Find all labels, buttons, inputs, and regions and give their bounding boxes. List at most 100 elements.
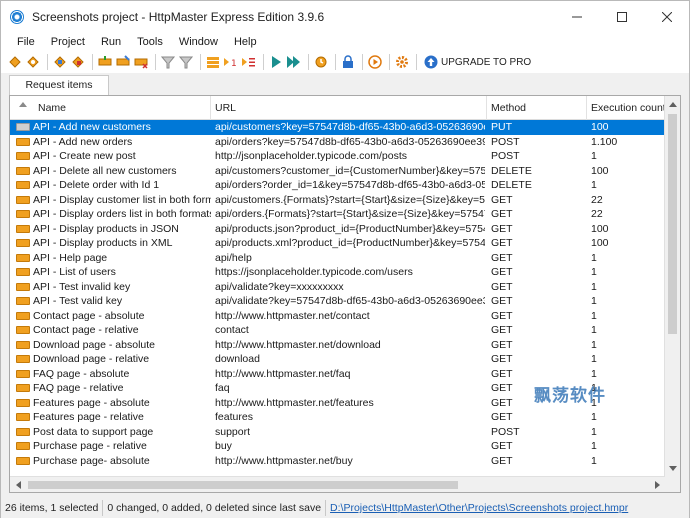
cell-name: Download page - relative: [33, 353, 150, 365]
tab-request-items[interactable]: Request items: [9, 75, 109, 95]
project-path-link[interactable]: D:\Projects\HttpMaster\Other\Projects\Sc…: [326, 502, 632, 514]
tab-strip: Request items: [1, 73, 689, 95]
toolbar-separator: [263, 54, 264, 70]
table-row[interactable]: API - Display orders list in both format…: [10, 207, 665, 222]
cell-method: GET: [491, 237, 513, 249]
save-project-icon[interactable]: [52, 54, 68, 70]
cell-name: Contact page - relative: [33, 324, 139, 336]
table-row[interactable]: API - Test valid key api/validate?key=575…: [10, 294, 665, 309]
column-header-url[interactable]: URL: [211, 96, 487, 120]
execute-one-icon[interactable]: 1: [223, 54, 239, 70]
request-item-icon: [16, 384, 30, 392]
add-item-icon[interactable]: [97, 54, 113, 70]
cell-name: FAQ page - absolute: [33, 367, 130, 380]
run-all-icon[interactable]: [286, 54, 302, 70]
close-icon: [661, 12, 672, 22]
table-row[interactable]: Post data to support page support POST 1: [10, 425, 665, 440]
table-row[interactable]: Download page - relative download GET 1: [10, 352, 665, 367]
column-header-execution-count[interactable]: Execution count: [587, 96, 666, 120]
table-row[interactable]: API - Add new orders api/orders?key=57547…: [10, 135, 665, 150]
vertical-scroll-thumb[interactable]: [668, 114, 677, 334]
scroll-up-icon[interactable]: [665, 96, 680, 112]
menu-run[interactable]: Run: [93, 33, 129, 51]
table-row[interactable]: Purchase page - relative buy GET 1: [10, 439, 665, 454]
horizontal-scrollbar[interactable]: [10, 476, 665, 492]
cell-method: PUT: [491, 121, 512, 133]
cell-execution-count: 1: [591, 367, 597, 380]
lock-icon[interactable]: [340, 54, 356, 70]
table-row[interactable]: API - Create new post http://jsonplacehol…: [10, 149, 665, 164]
cell-execution-count: 100: [591, 222, 609, 235]
group-icon[interactable]: [205, 54, 221, 70]
scroll-down-icon[interactable]: [665, 460, 680, 476]
table-row[interactable]: API - Display products in JSON api/produc…: [10, 222, 665, 237]
scroll-left-icon[interactable]: [10, 477, 26, 492]
cell-url: contact: [215, 324, 249, 336]
close-button[interactable]: [644, 1, 689, 33]
menu-project[interactable]: Project: [43, 33, 93, 51]
table-row[interactable]: FAQ page - absolute http://www.httpmaster…: [10, 367, 665, 382]
column-header-method[interactable]: Method: [487, 96, 587, 120]
cell-execution-count: 100: [591, 237, 609, 249]
play-circle-icon[interactable]: [367, 54, 383, 70]
upgrade-to-pro-button[interactable]: UPGRADE TO PRO: [423, 54, 531, 70]
cell-url: faq: [215, 382, 230, 394]
run-icon[interactable]: [268, 54, 284, 70]
menu-window[interactable]: Window: [171, 33, 226, 51]
save-as-icon[interactable]: [70, 54, 86, 70]
delete-item-icon[interactable]: [133, 54, 149, 70]
table-row[interactable]: API - Display customer list in both form…: [10, 193, 665, 208]
execute-list-icon[interactable]: [241, 54, 257, 70]
horizontal-scroll-thumb[interactable]: [28, 481, 458, 489]
cell-url: api/customers?key=57547d8b-df65-43b0-a6d…: [215, 121, 485, 133]
toolbar-separator: [200, 54, 201, 70]
open-project-icon[interactable]: [25, 54, 41, 70]
request-item-icon: [16, 166, 30, 175]
cell-name: API - Display products in JSON: [33, 222, 179, 235]
minimize-button[interactable]: [554, 1, 599, 33]
menu-tools[interactable]: Tools: [129, 33, 171, 51]
column-header-name[interactable]: Name: [10, 96, 211, 120]
cell-name: API - Add new customers: [33, 121, 151, 133]
filter-icon[interactable]: [160, 54, 176, 70]
table-row[interactable]: API - Test invalid key api/validate?key=x…: [10, 280, 665, 295]
menu-help[interactable]: Help: [226, 33, 265, 51]
table-row[interactable]: API - Add new customers api/customers?key…: [10, 120, 665, 135]
cell-name: API - List of users: [33, 266, 116, 278]
maximize-icon: [616, 12, 627, 22]
table-row[interactable]: API - Display products in XML api/product…: [10, 236, 665, 251]
table-row[interactable]: Download page - absolute http://www.httpm…: [10, 338, 665, 353]
vertical-scrollbar[interactable]: [664, 96, 680, 492]
cell-url: download: [215, 353, 260, 365]
edit-item-icon[interactable]: [115, 54, 131, 70]
cell-url: api/orders?order_id=1&key=57547d8b-df65-…: [215, 179, 485, 191]
table-row[interactable]: Contact page - relative contact GET 1: [10, 323, 665, 338]
table-row[interactable]: API - Delete order with Id 1 api/orders?o…: [10, 178, 665, 193]
maximize-button[interactable]: [599, 1, 644, 33]
cell-method: GET: [491, 208, 513, 220]
toolbar-separator: [47, 54, 48, 70]
toolbar-separator: [155, 54, 156, 70]
cell-url: http://jsonplaceholder.typicode.com/post…: [215, 150, 408, 162]
new-project-icon[interactable]: [7, 54, 23, 70]
table-row[interactable]: Contact page - absolute http://www.httpma…: [10, 309, 665, 324]
table-row[interactable]: Purchase page- absolute http://www.httpma…: [10, 454, 665, 469]
title-bar: Screenshots project - HttpMaster Express…: [1, 1, 689, 33]
cell-url: [215, 468, 485, 470]
results-icon[interactable]: [313, 54, 329, 70]
table-row[interactable]: Features page - relative features GET 1: [10, 410, 665, 425]
filter-clear-icon[interactable]: [178, 54, 194, 70]
table-row[interactable]: Test root page GET: [10, 468, 665, 470]
cell-name: Purchase page- absolute: [33, 454, 150, 467]
request-item-icon: [16, 224, 30, 233]
scroll-right-icon[interactable]: [649, 477, 665, 492]
table-row[interactable]: API - Delete all new customers api/custom…: [10, 164, 665, 179]
request-items-grid: Name URL Method Execution count API - Ad…: [9, 95, 681, 493]
table-row[interactable]: API - List of users https://jsonplacehold…: [10, 265, 665, 280]
request-item-icon: [16, 195, 30, 204]
request-item-icon: [16, 181, 30, 189]
menu-file[interactable]: File: [9, 33, 43, 51]
gear-icon[interactable]: [394, 54, 410, 70]
table-row[interactable]: API - Help page api/help GET 1: [10, 251, 665, 266]
svg-text:1: 1: [231, 59, 237, 69]
